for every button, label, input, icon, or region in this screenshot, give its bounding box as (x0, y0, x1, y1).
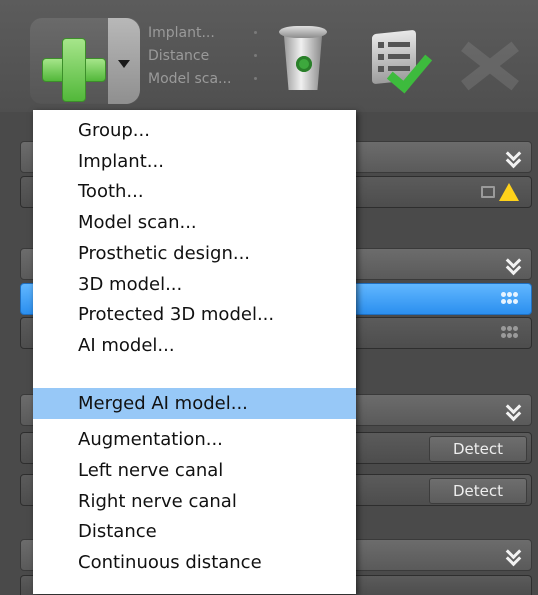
checklist-icon[interactable] (372, 29, 434, 94)
detect-button[interactable]: Detect (429, 478, 527, 504)
menu-item-protected-3d-model[interactable]: Protected 3D model... (33, 299, 356, 330)
add-object-menu: Group... Implant... Tooth... Model scan.… (33, 110, 356, 594)
menu-item-ai-model[interactable]: AI model... (33, 330, 356, 361)
toolbar: Implant... Distance Model sca... (0, 0, 538, 112)
menu-item-right-nerve-canal[interactable]: Right nerve canal (33, 486, 356, 517)
chevron-down-icon (505, 543, 522, 567)
menu-item-implant[interactable]: Implant... (33, 146, 356, 177)
recent-item[interactable]: Model sca... (148, 68, 268, 91)
dots-icon (501, 292, 519, 306)
menu-item-augmentation[interactable]: Augmentation... (33, 424, 356, 455)
detect-button[interactable]: Detect (429, 436, 527, 462)
menu-item-distance[interactable]: Distance (33, 516, 356, 547)
menu-item-3d-model[interactable]: 3D model... (33, 269, 356, 300)
recent-items-list: Implant... Distance Model sca... (148, 22, 268, 91)
menu-item-group[interactable]: Group... (33, 115, 356, 146)
warning-icon (499, 183, 519, 201)
menu-item-left-nerve-canal[interactable]: Left nerve canal (33, 455, 356, 486)
trash-icon[interactable] (279, 26, 327, 92)
dots-icon (501, 326, 519, 340)
export-icon (481, 186, 495, 198)
menu-item-tooth[interactable]: Tooth... (33, 176, 356, 207)
recent-item[interactable]: Distance (148, 45, 268, 68)
menu-item-model-scan[interactable]: Model scan... (33, 207, 356, 238)
chevron-down-icon (505, 398, 522, 422)
add-icon (42, 38, 106, 102)
close-x-icon[interactable] (458, 40, 522, 91)
chevron-down-icon (505, 252, 522, 276)
chevron-down-icon (118, 60, 130, 68)
chevron-down-icon (505, 145, 522, 169)
menu-item-prosthetic-design[interactable]: Prosthetic design... (33, 238, 356, 269)
menu-item-merged-ai-model[interactable]: Merged AI model... (33, 388, 356, 419)
menu-item-continuous-distance[interactable]: Continuous distance (33, 547, 356, 578)
recent-item[interactable]: Implant... (148, 22, 268, 45)
